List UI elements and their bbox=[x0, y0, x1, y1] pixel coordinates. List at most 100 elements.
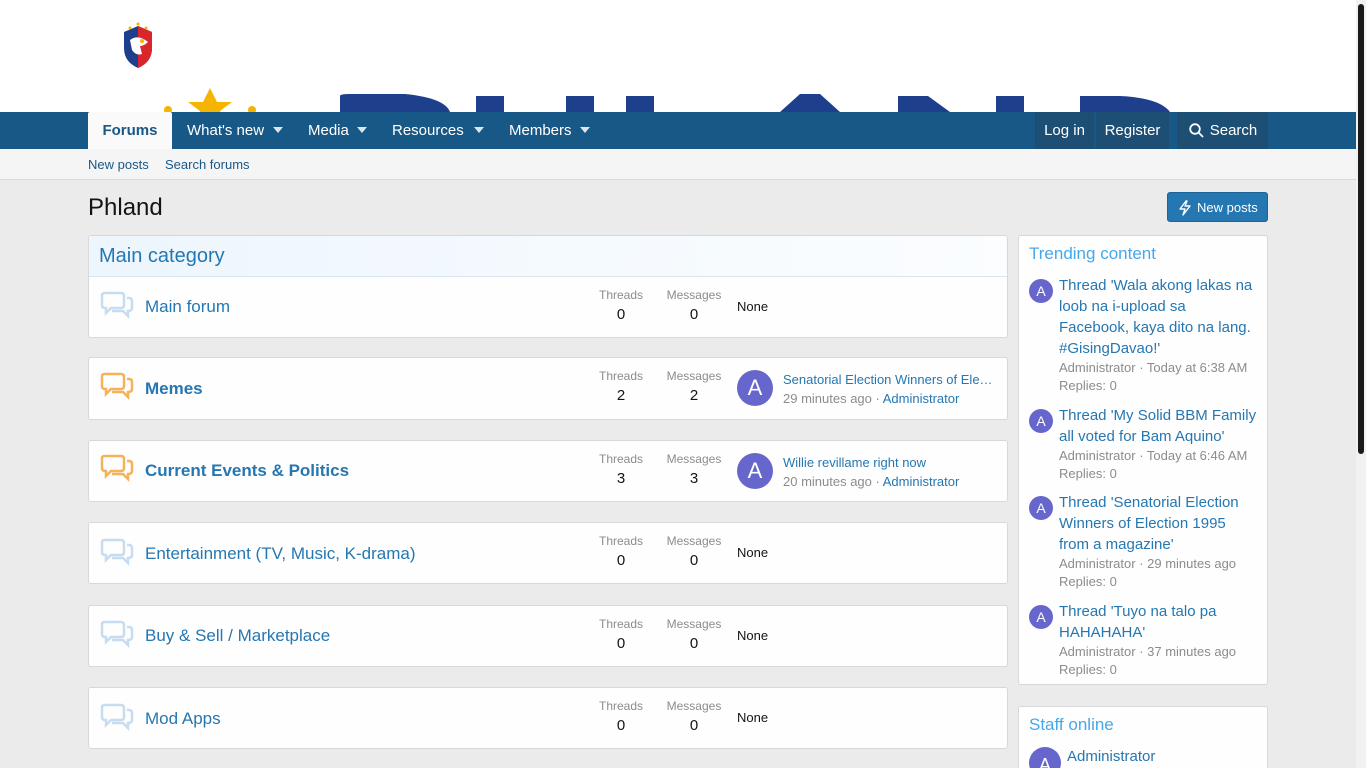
avatar[interactable]: A bbox=[737, 453, 773, 489]
avatar[interactable]: A bbox=[1029, 605, 1053, 629]
forum-block: Entertainment (TV, Music, K-drama) Threa… bbox=[88, 522, 1008, 584]
messages-stat: Messages 0 bbox=[661, 534, 727, 569]
latest-none: None bbox=[737, 710, 769, 725]
replies-count: 0 bbox=[1109, 662, 1117, 677]
replies-count: 0 bbox=[1109, 378, 1117, 393]
threads-count: 0 bbox=[616, 635, 626, 652]
latest-user-link[interactable]: Administrator bbox=[883, 474, 960, 489]
nav-tab-members[interactable]: Members bbox=[509, 112, 572, 149]
trending-replies: Replies: 0 bbox=[1059, 466, 1117, 481]
chevron-down-icon[interactable] bbox=[357, 127, 367, 133]
trending-time[interactable]: 37 minutes ago bbox=[1147, 644, 1236, 659]
trending-user[interactable]: Administrator bbox=[1059, 448, 1136, 463]
subnav-new-posts[interactable]: New posts bbox=[88, 157, 149, 172]
chevron-down-icon[interactable] bbox=[474, 127, 484, 133]
avatar[interactable]: A bbox=[1029, 496, 1053, 520]
replies-label: Replies: bbox=[1059, 574, 1106, 589]
trending-meta: Administrator · Today at 6:38 AM bbox=[1059, 360, 1248, 375]
threads-count: 0 bbox=[616, 552, 626, 569]
trending-thread-link[interactable]: Thread 'Wala akong lakas na loob na i-up… bbox=[1059, 275, 1259, 359]
chevron-down-icon[interactable] bbox=[273, 127, 283, 133]
trending-widget: Trending content A Thread 'Wala akong la… bbox=[1018, 235, 1268, 685]
forum-node: Main forum Threads 0 Messages 0 None bbox=[89, 277, 1007, 337]
register-link[interactable]: Register bbox=[1096, 112, 1169, 149]
chevron-down-icon[interactable] bbox=[580, 127, 590, 133]
messages-label: Messages bbox=[666, 369, 722, 383]
threads-count: 0 bbox=[616, 306, 626, 323]
trending-replies: Replies: 0 bbox=[1059, 574, 1117, 589]
trending-time[interactable]: 29 minutes ago bbox=[1147, 556, 1236, 571]
trending-title[interactable]: Trending content bbox=[1019, 236, 1267, 272]
latest-none: None bbox=[737, 299, 769, 314]
login-link[interactable]: Log in bbox=[1035, 112, 1094, 149]
nav-tab-media[interactable]: Media bbox=[308, 112, 349, 149]
threads-label: Threads bbox=[598, 452, 644, 466]
avatar[interactable]: A bbox=[737, 370, 773, 406]
latest-thread-link[interactable]: Willie revillame right now bbox=[783, 455, 999, 470]
trending-user[interactable]: Administrator bbox=[1059, 556, 1136, 571]
forum-read-icon bbox=[100, 291, 134, 320]
page-title: Phland bbox=[88, 194, 163, 221]
trending-user[interactable]: Administrator bbox=[1059, 360, 1136, 375]
site-logo[interactable] bbox=[120, 22, 156, 70]
forum-title[interactable]: Mod Apps bbox=[145, 709, 221, 729]
forum-block: Buy & Sell / Marketplace Threads 0 Messa… bbox=[88, 605, 1008, 667]
trending-replies: Replies: 0 bbox=[1059, 662, 1117, 677]
forum-title[interactable]: Current Events & Politics bbox=[145, 461, 349, 481]
messages-count: 3 bbox=[689, 470, 699, 487]
forum-block: Mod Apps Threads 0 Messages 0 None bbox=[88, 687, 1008, 749]
trending-time[interactable]: Today at 6:38 AM bbox=[1147, 360, 1247, 375]
subnav-search-forums[interactable]: Search forums bbox=[165, 157, 250, 172]
new-posts-button-label: New posts bbox=[1197, 200, 1258, 215]
trending-replies: Replies: 0 bbox=[1059, 378, 1117, 393]
forum-title[interactable]: Main forum bbox=[145, 297, 230, 317]
latest-meta: 20 minutes ago · Administrator bbox=[783, 474, 960, 489]
trending-item: A Thread 'My Solid BBM Family all voted … bbox=[1029, 405, 1259, 485]
category-title[interactable]: Main category bbox=[89, 236, 1007, 277]
avatar[interactable]: A bbox=[1029, 409, 1053, 433]
nav-tab-whats-new[interactable]: What's new bbox=[187, 112, 264, 149]
threads-label: Threads bbox=[598, 699, 644, 713]
messages-stat: Messages 0 bbox=[661, 617, 727, 652]
page-scrollbar[interactable] bbox=[1356, 0, 1366, 768]
forum-node: Mod Apps Threads 0 Messages 0 None bbox=[89, 688, 1007, 748]
trending-meta: Administrator · 37 minutes ago bbox=[1059, 644, 1237, 659]
staff-name-link[interactable]: Administrator bbox=[1067, 748, 1155, 765]
messages-label: Messages bbox=[666, 534, 722, 548]
staff-online-title[interactable]: Staff online bbox=[1019, 707, 1267, 743]
threads-stat: Threads 0 bbox=[593, 288, 649, 323]
forum-title[interactable]: Memes bbox=[145, 379, 203, 399]
nav-tab-resources[interactable]: Resources bbox=[392, 112, 464, 149]
main-nav: Forums What's new Media Resources Member… bbox=[0, 112, 1356, 149]
avatar[interactable]: A bbox=[1029, 747, 1061, 768]
latest-time[interactable]: 29 minutes ago bbox=[783, 391, 872, 406]
trending-item: A Thread 'Senatorial Election Winners of… bbox=[1029, 492, 1259, 592]
messages-label: Messages bbox=[666, 617, 722, 631]
avatar[interactable]: A bbox=[1029, 279, 1053, 303]
trending-user[interactable]: Administrator bbox=[1059, 644, 1136, 659]
new-posts-button[interactable]: New posts bbox=[1167, 192, 1268, 222]
search-icon bbox=[1189, 123, 1204, 138]
replies-label: Replies: bbox=[1059, 466, 1106, 481]
forum-read-icon bbox=[100, 620, 134, 649]
latest-user-link[interactable]: Administrator bbox=[883, 391, 960, 406]
latest-thread-link[interactable]: Senatorial Election Winners of Election … bbox=[783, 372, 999, 387]
messages-count: 0 bbox=[689, 635, 699, 652]
threads-label: Threads bbox=[598, 617, 644, 631]
search-button[interactable]: Search bbox=[1177, 112, 1268, 149]
scrollbar-thumb[interactable] bbox=[1358, 4, 1364, 454]
trending-thread-link[interactable]: Thread 'Tuyo na talo pa HAHAHAHA' bbox=[1059, 601, 1259, 643]
threads-stat: Threads 2 bbox=[593, 369, 649, 404]
messages-stat: Messages 0 bbox=[661, 699, 727, 734]
trending-time[interactable]: Today at 6:46 AM bbox=[1147, 448, 1247, 463]
nav-tab-forums[interactable]: Forums bbox=[88, 112, 172, 149]
trending-meta: Administrator · 29 minutes ago bbox=[1059, 556, 1237, 571]
trending-thread-link[interactable]: Thread 'Senatorial Election Winners of E… bbox=[1059, 492, 1259, 555]
staff-online-widget: Staff online A Administrator bbox=[1018, 706, 1268, 768]
forum-title[interactable]: Entertainment (TV, Music, K-drama) bbox=[145, 544, 416, 564]
category-block: Main category Main forum Threads 0 Messa… bbox=[88, 235, 1008, 338]
forum-title[interactable]: Buy & Sell / Marketplace bbox=[145, 626, 330, 646]
messages-label: Messages bbox=[666, 288, 722, 302]
trending-thread-link[interactable]: Thread 'My Solid BBM Family all voted fo… bbox=[1059, 405, 1259, 447]
latest-time[interactable]: 20 minutes ago bbox=[783, 474, 872, 489]
